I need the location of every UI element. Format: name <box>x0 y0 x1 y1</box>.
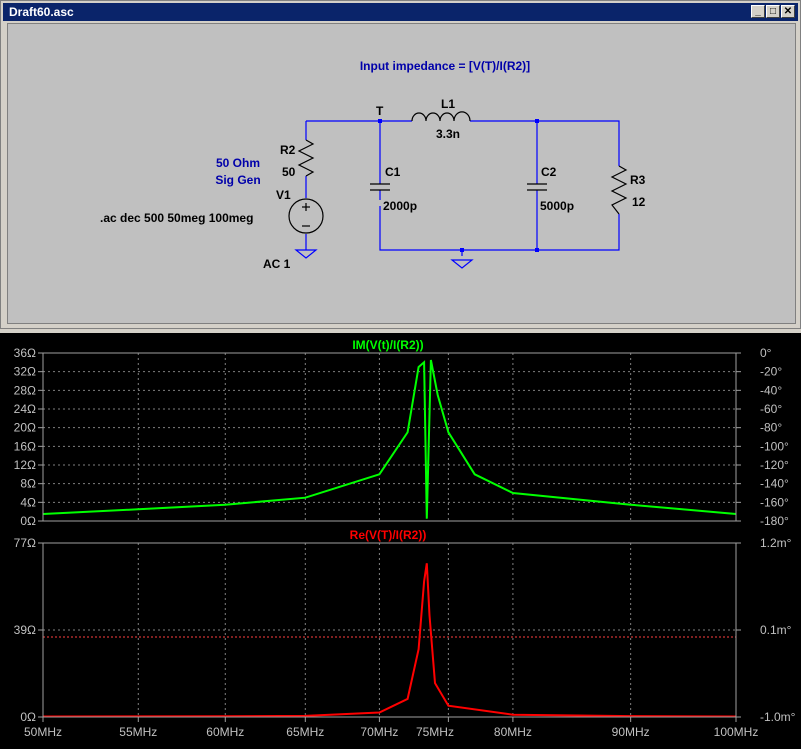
capacitor-c1[interactable]: C1 2000p <box>370 165 417 213</box>
top-trace-title[interactable]: IM(V(t)/I(R2)) <box>352 338 423 352</box>
top-left-tick: 20Ω <box>14 421 36 435</box>
x-axis: 50MHz 55MHz 60MHz 65MHz 70MHz 75MHz 80MHz 90MHz… <box>24 717 758 739</box>
x-tick-label: 75MHz <box>416 725 454 739</box>
schematic-canvas[interactable]: Input impedance = [V(T)/I(R2)] R2 50 50 … <box>7 23 796 324</box>
x-tick-label: 70MHz <box>360 725 398 739</box>
x-tick-label: 80MHz <box>494 725 532 739</box>
c2-name: C2 <box>541 165 557 179</box>
capacitor-c2[interactable]: C2 5000p <box>527 165 574 213</box>
top-right-tick: -160° <box>760 495 789 509</box>
sig-gen-label-line2[interactable]: Sig Gen <box>215 173 260 187</box>
top-left-tick: 12Ω <box>14 458 36 472</box>
bottom-trace-line[interactable] <box>42 563 737 718</box>
top-left-tick: 32Ω <box>14 365 36 379</box>
waveform-viewer[interactable]: IM(V(t)/I(R2)) 36Ω 32Ω 28Ω 24Ω 20Ω 16Ω 12Ω 8Ω 4Ω… <box>0 333 801 749</box>
c2-value: 5000p <box>540 199 574 213</box>
l1-value: 3.3n <box>436 127 460 141</box>
top-left-tick: 24Ω <box>14 402 36 416</box>
top-left-tick: 16Ω <box>14 439 36 453</box>
minimize-button[interactable]: _ <box>751 5 765 18</box>
ground-symbol <box>294 249 318 259</box>
top-grid <box>42 352 737 522</box>
close-button[interactable]: ✕ <box>781 5 795 18</box>
top-left-tick: 28Ω <box>14 383 36 397</box>
bottom-trace-title[interactable]: Re(V(T)/I(R2)) <box>350 528 427 542</box>
bottom-right-axis: 1.2m° 0.1m° -1.0m° <box>736 536 796 724</box>
r2-name: R2 <box>280 143 296 157</box>
top-left-axis: 36Ω 32Ω 28Ω 24Ω 20Ω 16Ω 12Ω 8Ω 4Ω 0Ω <box>14 346 43 528</box>
top-right-tick: 0° <box>760 346 772 360</box>
r2-value: 50 <box>282 165 296 179</box>
bottom-left-tick: 77Ω <box>14 536 36 550</box>
c1-name: C1 <box>385 165 401 179</box>
c1-value: 2000p <box>383 199 417 213</box>
top-left-tick: 0Ω <box>20 514 36 528</box>
resistor-r2[interactable]: R2 50 <box>280 139 315 179</box>
top-left-tick: 4Ω <box>20 495 36 509</box>
top-right-tick: -40° <box>760 383 782 397</box>
top-right-axis: 0° -20° -40° -60° -80° -100° -120° -140° -160° -1… <box>736 346 789 528</box>
voltage-source-v1[interactable]: V1 AC 1 <box>263 188 324 271</box>
top-left-tick: 36Ω <box>14 346 36 360</box>
resistor-r3[interactable]: R3 12 <box>610 165 646 215</box>
bottom-left-tick: 39Ω <box>14 623 36 637</box>
l1-name: L1 <box>441 97 455 111</box>
top-plot-frame <box>42 352 737 522</box>
top-right-tick: -80° <box>760 421 782 435</box>
bottom-right-tick: 1.2m° <box>760 536 792 550</box>
spice-directive[interactable]: Input impedance = [V(T)/I(R2)] <box>360 59 530 73</box>
r3-name: R3 <box>630 173 646 187</box>
top-right-tick: -20° <box>760 365 782 379</box>
v1-value: AC 1 <box>263 257 291 271</box>
v1-name: V1 <box>276 188 291 202</box>
maximize-button[interactable]: □ <box>766 5 780 18</box>
top-right-tick: -140° <box>760 477 789 491</box>
top-right-tick: -180° <box>760 514 789 528</box>
ac-command[interactable]: .ac dec 500 50meg 100meg <box>100 211 253 225</box>
node-label-t[interactable]: T <box>376 104 384 118</box>
top-left-tick: 8Ω <box>20 477 36 491</box>
x-tick-label: 60MHz <box>206 725 244 739</box>
x-tick-label: 65MHz <box>286 725 324 739</box>
inductor-l1[interactable]: L1 3.3n <box>411 97 471 141</box>
bottom-left-tick: 0Ω <box>20 710 36 724</box>
window-titlebar[interactable]: Draft60.asc _ □ ✕ <box>3 3 798 21</box>
x-tick-label: 90MHz <box>612 725 650 739</box>
sig-gen-label-line1[interactable]: 50 Ohm <box>216 156 260 170</box>
window-title: Draft60.asc <box>9 5 74 19</box>
bottom-right-tick: -1.0m° <box>760 710 796 724</box>
bottom-pane[interactable]: Re(V(T)/I(R2)) 77Ω 39Ω 0Ω 1.2m° 0.1m° -1.0m° <box>14 528 796 724</box>
top-trace-line[interactable] <box>42 359 737 519</box>
wires <box>305 120 620 256</box>
x-tick-label: 50MHz <box>24 725 62 739</box>
bottom-left-axis: 77Ω 39Ω 0Ω <box>14 536 43 724</box>
top-pane[interactable]: IM(V(t)/I(R2)) 36Ω 32Ω 28Ω 24Ω 20Ω 16Ω 12Ω 8Ω 4Ω… <box>14 338 789 528</box>
top-right-tick: -60° <box>760 402 782 416</box>
bottom-right-tick: 0.1m° <box>760 623 792 637</box>
bottom-grid <box>42 542 737 718</box>
top-right-tick: -120° <box>760 458 789 472</box>
r3-value: 12 <box>632 195 646 209</box>
schematic-window: Draft60.asc _ □ ✕ Input impedance = [V(T… <box>0 0 801 329</box>
top-right-tick: -100° <box>760 439 789 453</box>
x-tick-label: 100MHz <box>714 725 759 739</box>
ground-symbol <box>450 259 474 269</box>
x-tick-label: 55MHz <box>119 725 157 739</box>
